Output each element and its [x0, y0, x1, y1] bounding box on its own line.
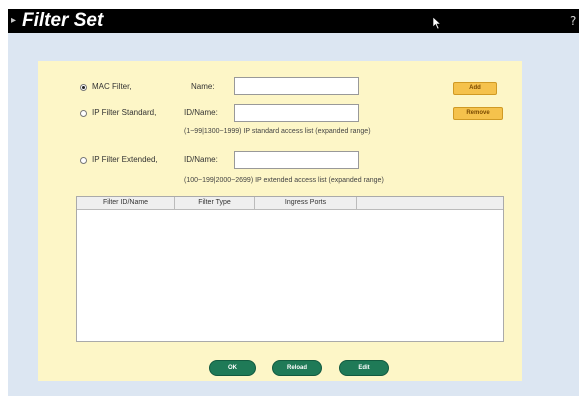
- remove-button[interactable]: Remove: [453, 107, 503, 120]
- mouse-pointer-icon: [432, 16, 442, 30]
- ip-standard-id-label: ID/Name:: [184, 108, 218, 117]
- table-header: Filter ID/Name Filter Type Ingress Ports: [77, 197, 503, 210]
- column-header-filter-type[interactable]: Filter Type: [175, 197, 255, 209]
- ip-standard-radio[interactable]: [80, 110, 87, 117]
- page-title: Filter Set: [22, 10, 104, 31]
- bullet-icon: ▸: [11, 15, 17, 26]
- ip-extended-hint: (100~199|2000~2699) IP extended access l…: [184, 177, 384, 184]
- ip-standard-label: IP Filter Standard,: [92, 108, 157, 117]
- column-header-filter-id[interactable]: Filter ID/Name: [77, 197, 175, 209]
- title-bar: ▸ Filter Set ?: [8, 9, 579, 33]
- column-header-ingress-ports[interactable]: Ingress Ports: [255, 197, 357, 209]
- mac-filter-label: MAC Filter,: [92, 82, 132, 91]
- ip-extended-label: IP Filter Extended,: [92, 155, 158, 164]
- ok-button[interactable]: OK: [209, 360, 256, 376]
- help-icon[interactable]: ?: [568, 13, 579, 27]
- ip-standard-id-input[interactable]: [234, 104, 359, 122]
- ip-standard-hint: (1~99|1300~1999) IP standard access list…: [184, 128, 371, 135]
- add-button[interactable]: Add: [453, 82, 497, 95]
- ip-extended-id-label: ID/Name:: [184, 155, 218, 164]
- filter-table[interactable]: Filter ID/Name Filter Type Ingress Ports: [76, 196, 504, 342]
- edit-button[interactable]: Edit: [339, 360, 389, 376]
- svg-text:?: ?: [570, 14, 576, 27]
- mac-name-input[interactable]: [234, 77, 359, 95]
- ip-extended-id-input[interactable]: [234, 151, 359, 169]
- ip-extended-radio[interactable]: [80, 157, 87, 164]
- reload-button[interactable]: Reload: [272, 360, 322, 376]
- mac-filter-radio[interactable]: [80, 84, 87, 91]
- mac-name-label: Name:: [191, 82, 215, 91]
